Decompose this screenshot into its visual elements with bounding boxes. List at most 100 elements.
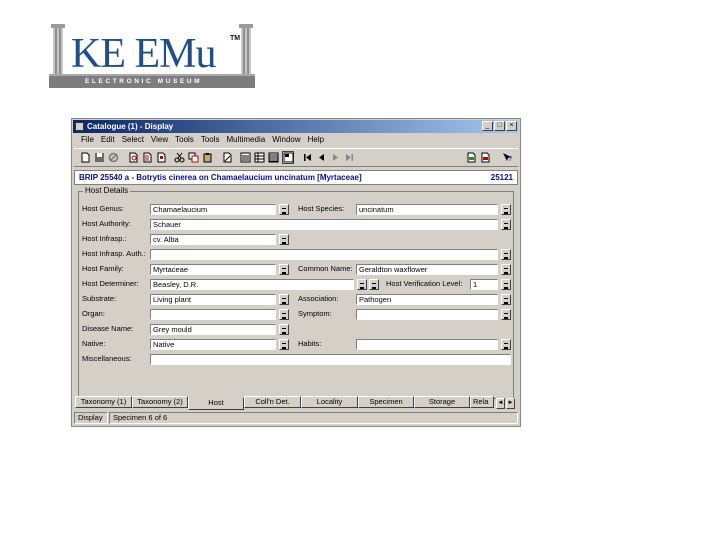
close-button[interactable]: × <box>506 121 517 131</box>
miscellaneous-field[interactable] <box>150 354 511 365</box>
host-authority-field[interactable]: Schauer <box>150 219 498 230</box>
host-authority-lookup-button[interactable] <box>501 219 511 230</box>
host-determiner-field[interactable]: Beasley, D.R. <box>150 279 354 290</box>
grid-view-icon[interactable] <box>254 152 265 163</box>
tab-scroll-left-button[interactable]: ◄ <box>496 398 505 409</box>
host-determiner-lookup-button[interactable] <box>357 279 367 290</box>
maximize-button[interactable]: □ <box>494 121 505 131</box>
tab-host[interactable]: Host <box>188 397 244 410</box>
details-view-icon[interactable] <box>268 152 279 163</box>
tab-colln-det[interactable]: Coll'n Det. <box>244 396 301 408</box>
window-title: Catalogue (1) - Display <box>87 122 174 131</box>
menu-bar: File Edit Select View Tools Tools Multimedia Wi… <box>74 134 518 145</box>
native-label: Native: <box>82 339 106 348</box>
tab-scroll-right-button[interactable]: ► <box>506 398 515 409</box>
habits-label: Habits: <box>298 339 322 348</box>
disease-name-field[interactable]: Grey mould <box>150 324 276 335</box>
paste-icon[interactable] <box>202 152 213 163</box>
record-title-bar: BRIP 25540 a - Botrytis cinerea on Chama… <box>74 170 518 185</box>
host-species-lookup-button[interactable] <box>501 204 511 215</box>
menu-multimedia[interactable]: Multimedia <box>227 134 266 145</box>
record-title: BRIP 25540 a - Botrytis cinerea on Chama… <box>79 173 362 182</box>
save-icon[interactable] <box>94 152 105 163</box>
window-titlebar[interactable]: Catalogue (1) - Display _ □ × <box>73 120 519 133</box>
menu-edit[interactable]: Edit <box>101 134 115 145</box>
detach-icon[interactable] <box>480 152 491 163</box>
common-name-field[interactable]: Geraldton waxflower <box>356 264 498 275</box>
cancel-icon[interactable] <box>108 152 119 163</box>
habits-field[interactable] <box>356 339 498 350</box>
tab-taxonomy-1[interactable]: Taxonomy (1) <box>75 396 132 408</box>
native-lookup-button[interactable] <box>279 339 289 350</box>
new-icon[interactable] <box>80 152 91 163</box>
menu-file[interactable]: File <box>81 134 94 145</box>
host-infrasp-label: Host Infrasp.: <box>82 234 127 243</box>
host-species-field[interactable]: uncinatum <box>356 204 498 215</box>
menu-window[interactable]: Window <box>272 134 300 145</box>
substrate-lookup-button[interactable] <box>279 294 289 305</box>
tab-related[interactable]: Rela <box>470 396 494 408</box>
habits-lookup-button[interactable] <box>501 339 511 350</box>
help-icon[interactable]: ? <box>502 152 513 163</box>
host-infrasp-auth-field[interactable] <box>150 249 498 260</box>
host-genus-lookup-button[interactable] <box>279 204 289 215</box>
display-view-icon[interactable] <box>282 151 294 164</box>
host-infrasp-auth-lookup-button[interactable] <box>501 249 511 260</box>
native-field[interactable]: Native <box>150 339 276 350</box>
status-record-position: Specimen 6 of 6 <box>109 412 518 424</box>
last-record-icon[interactable] <box>344 152 355 163</box>
menu-tools[interactable]: Tools <box>175 134 194 145</box>
menu-view[interactable]: View <box>151 134 168 145</box>
attach-icon[interactable] <box>466 152 477 163</box>
menu-tools-2[interactable]: Tools <box>201 134 220 145</box>
menu-select[interactable]: Select <box>122 134 144 145</box>
menu-help[interactable]: Help <box>308 134 324 145</box>
app-icon <box>75 122 84 131</box>
host-infrasp-lookup-button[interactable] <box>279 234 289 245</box>
host-family-field[interactable]: Myrtaceae <box>150 264 276 275</box>
next-record-icon[interactable] <box>330 152 341 163</box>
substrate-field[interactable]: Living plant <box>150 294 276 305</box>
host-determiner-attach-button[interactable] <box>369 279 379 290</box>
edit-record-icon[interactable] <box>222 152 233 163</box>
host-infrasp-field[interactable]: cv. Alba <box>150 234 276 245</box>
logo-wordmark: KE EMu <box>71 31 216 77</box>
host-verification-level-dropdown[interactable] <box>501 279 511 290</box>
catalogue-window: Catalogue (1) - Display _ □ × File Edit Se… <box>71 118 521 427</box>
cut-icon[interactable] <box>174 152 185 163</box>
toolbar: ? <box>74 148 518 167</box>
tab-taxonomy-2[interactable]: Taxonomy (2) <box>132 396 188 408</box>
host-verification-level-field[interactable]: 1 <box>470 279 498 290</box>
association-field[interactable]: Pathogen <box>356 294 498 305</box>
miscellaneous-label: Miscellaneous: <box>82 354 132 363</box>
previous-record-icon[interactable] <box>316 152 327 163</box>
host-family-lookup-button[interactable] <box>279 264 289 275</box>
minimize-button[interactable]: _ <box>482 121 493 131</box>
association-lookup-button[interactable] <box>501 294 511 305</box>
disease-name-lookup-button[interactable] <box>279 324 289 335</box>
first-record-icon[interactable] <box>302 152 313 163</box>
status-mode: Display <box>74 412 108 424</box>
substrate-label: Substrate: <box>82 294 117 303</box>
group-title: Host Details <box>83 186 131 195</box>
host-infrasp-auth-label: Host Infrasp. Auth.: <box>82 249 146 258</box>
copy-icon[interactable] <box>188 152 199 163</box>
tab-strip: Taxonomy (1) Taxonomy (2) Host Coll'n De… <box>75 395 517 411</box>
host-genus-field[interactable]: Chamaelaucium <box>150 204 276 215</box>
organ-label: Organ: <box>82 309 105 318</box>
organ-field[interactable] <box>150 309 276 320</box>
search-icon[interactable] <box>128 152 139 163</box>
tab-specimen[interactable]: Specimen <box>358 396 414 408</box>
symptom-field[interactable] <box>356 309 498 320</box>
tab-locality[interactable]: Locality <box>301 396 358 408</box>
common-name-lookup-button[interactable] <box>501 264 511 275</box>
list-view-icon[interactable] <box>240 152 251 163</box>
tab-storage[interactable]: Storage <box>414 396 470 408</box>
host-genus-label: Host Genus: <box>82 204 124 213</box>
symptom-label: Symptom: <box>298 309 332 318</box>
report-icon[interactable] <box>156 152 167 163</box>
status-bar: Display Specimen 6 of 6 <box>74 412 518 424</box>
list-search-icon[interactable] <box>142 152 153 163</box>
symptom-lookup-button[interactable] <box>501 309 511 320</box>
organ-lookup-button[interactable] <box>279 309 289 320</box>
